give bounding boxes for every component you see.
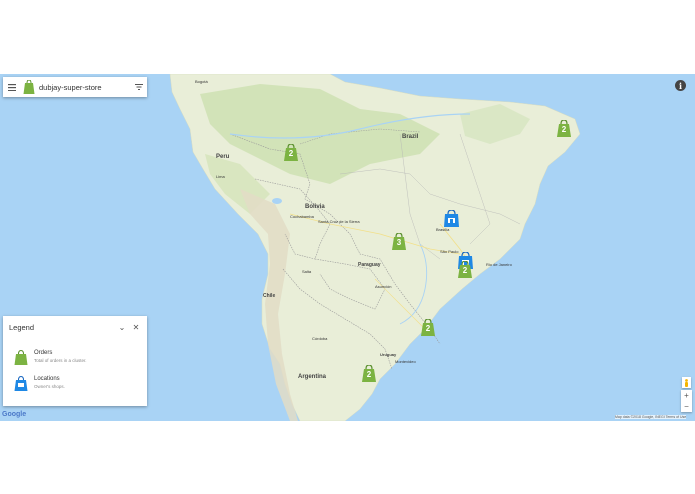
marker-count: 2 [366,370,372,379]
city-label: Salta [302,269,312,274]
orders-cluster-marker[interactable]: 2 [361,364,377,382]
marker-count: 2 [288,149,294,158]
country-label-argentina: Argentina [298,374,327,380]
map-attribution[interactable]: Map data ©2018 Google, INEGI Terms of Us… [615,415,687,419]
zoom-out-button[interactable]: − [681,401,692,412]
legend-item-name: Orders [34,350,53,356]
orders-cluster-marker[interactable]: 2 [283,143,299,161]
info-button[interactable]: i [675,80,686,91]
legend-item-orders: Orders Total of orders in a cluster. [14,350,87,365]
street-view-pegman-icon[interactable] [682,377,691,388]
city-label: Lima [216,174,225,179]
location-marker[interactable] [443,209,460,227]
marker-count: 2 [561,125,567,134]
shopify-bag-icon [23,80,35,94]
orders-cluster-marker[interactable]: 2 [457,260,473,278]
filter-icon[interactable] [131,77,147,97]
legend-panel: Legend ⌄ ✕ Orders Total of orders in a c… [3,316,147,406]
city-label: Córdoba [312,336,328,341]
orders-cluster-marker[interactable]: 2 [556,119,572,137]
legend-item-name: Locations [34,376,60,382]
menu-icon[interactable] [3,77,21,97]
legend-item-desc: Total of orders in a cluster. [34,358,87,363]
country-label-uruguay: Uruguay [380,352,397,357]
zoom-control: + − [681,390,692,412]
city-label: Rio de Janeiro [486,262,512,267]
marker-count: 2 [425,324,431,333]
close-icon[interactable]: ✕ [129,320,143,334]
zoom-in-button[interactable]: + [681,390,692,401]
city-label: Bogotá [195,79,208,84]
legend-title: Legend [9,322,35,332]
orders-cluster-marker[interactable]: 2 [420,318,436,336]
country-label-peru: Peru [216,154,230,160]
city-label: São Paulo [440,249,459,254]
chevron-down-icon[interactable]: ⌄ [115,320,129,334]
country-label-brazil: Brazil [402,134,419,140]
store-panel: dubjay-super-store [3,77,147,97]
city-label: Brasília [436,227,450,232]
country-label-paraguay: Paraguay [358,262,381,268]
marker-count: 2 [462,266,468,275]
country-label-chile: Chile [263,293,276,299]
shop-icon [14,376,28,391]
google-logo: Google [2,411,27,418]
city-label: Cochabamba [290,214,314,219]
city-label: Santa Cruz de la Sierra [318,219,360,224]
legend-item-locations: Locations Owner's shops. [14,376,65,391]
orders-cluster-marker[interactable]: 3 [391,232,407,250]
country-label-bolivia: Bolivia [305,204,325,210]
marker-count: 3 [396,238,402,247]
store-name: dubjay-super-store [39,82,102,92]
city-label: Asunción [375,284,392,289]
city-label: Montevideo [395,359,416,364]
shopping-bag-icon [14,350,28,365]
shop-icon [444,209,459,227]
legend-item-desc: Owner's shops. [34,384,65,389]
